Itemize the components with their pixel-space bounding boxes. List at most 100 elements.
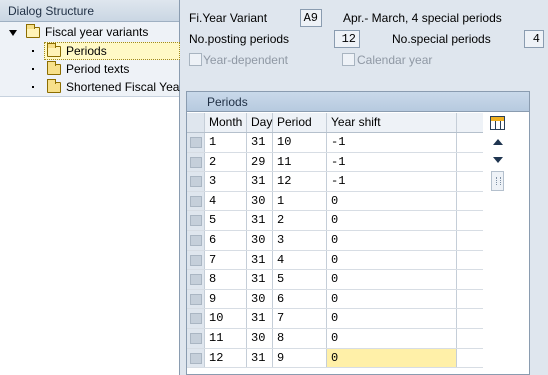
expand-triangle-icon[interactable] <box>9 30 17 36</box>
period-cell[interactable]: 8 <box>273 328 327 348</box>
year-shift-cell[interactable]: 0 <box>327 230 457 250</box>
column-header-year-shift[interactable]: Year shift <box>327 113 457 132</box>
row-selector-box[interactable] <box>190 332 202 344</box>
period-cell[interactable]: 9 <box>273 348 327 368</box>
day-cell[interactable]: 31 <box>247 270 273 289</box>
table-row: 11 30 8 0 <box>187 328 483 349</box>
row-selector-box[interactable] <box>190 313 202 325</box>
column-layout-icon[interactable] <box>490 116 505 130</box>
row-selector-box[interactable] <box>190 215 202 227</box>
day-cell[interactable]: 31 <box>247 133 273 152</box>
row-selector[interactable] <box>187 348 205 368</box>
row-selector[interactable] <box>187 250 205 270</box>
table-header-row: Month Day Period Year shift <box>187 113 483 133</box>
year-shift-cell[interactable]: 0 <box>327 191 457 211</box>
tree-node-label: Fiscal year variants <box>45 25 149 39</box>
period-cell[interactable]: 11 <box>273 152 327 172</box>
row-selector[interactable] <box>187 309 205 328</box>
scroll-down-icon[interactable] <box>493 157 503 163</box>
row-selector-box[interactable] <box>190 234 202 246</box>
calendar-year-label: Calendar year <box>357 53 433 67</box>
row-selector-box[interactable] <box>190 137 202 148</box>
periods-table: Periods Month Day Period Year shift 1 31 1… <box>186 91 530 375</box>
row-selector[interactable] <box>187 270 205 289</box>
row-selector[interactable] <box>187 191 205 211</box>
table-row: 7 31 4 0 <box>187 250 483 271</box>
period-cell[interactable]: 1 <box>273 191 327 211</box>
table-body: 1 31 10 -1 2 29 11 -1 3 31 12 -1 4 30 1 0 5 31 2 0 6 30 3 0 7 31 4… <box>187 133 483 369</box>
year-shift-cell[interactable]: 0 <box>327 328 457 348</box>
year-shift-cell[interactable]: -1 <box>327 172 457 191</box>
row-selector[interactable] <box>187 152 205 172</box>
year-shift-cell[interactable]: 0 <box>327 348 457 368</box>
scroll-up-icon[interactable] <box>493 139 503 145</box>
year-shift-cell[interactable]: 0 <box>327 309 457 328</box>
dialog-structure-tree: Fiscal year variants Periods Period text… <box>0 22 180 96</box>
year-shift-cell[interactable]: 0 <box>327 250 457 270</box>
month-cell: 4 <box>205 191 247 211</box>
tree-node-label: Shortened Fiscal Yea <box>66 80 180 94</box>
table-row: 2 29 11 -1 <box>187 152 483 173</box>
year-shift-cell[interactable]: 0 <box>327 270 457 289</box>
day-cell[interactable]: 31 <box>247 172 273 191</box>
month-cell: 5 <box>205 211 247 230</box>
row-selector[interactable] <box>187 328 205 348</box>
row-selector-box[interactable] <box>190 176 202 188</box>
row-selector[interactable] <box>187 211 205 230</box>
period-cell[interactable]: 12 <box>273 172 327 191</box>
period-cell[interactable]: 7 <box>273 309 327 328</box>
day-cell[interactable]: 31 <box>247 211 273 230</box>
period-cell[interactable]: 3 <box>273 230 327 250</box>
row-selector[interactable] <box>187 133 205 152</box>
table-row: 5 31 2 0 <box>187 211 483 231</box>
day-cell[interactable]: 31 <box>247 250 273 270</box>
row-selector[interactable] <box>187 289 205 309</box>
calendar-year-checkbox[interactable] <box>342 53 355 66</box>
year-shift-cell[interactable]: 0 <box>327 289 457 309</box>
fy-variant-description: Apr.- March, 4 special periods <box>343 11 502 25</box>
select-all-column-header[interactable] <box>187 113 205 132</box>
row-selector-box[interactable] <box>190 254 202 266</box>
special-periods-field[interactable]: 4 <box>524 30 544 48</box>
day-cell[interactable]: 30 <box>247 328 273 348</box>
scroll-thumb[interactable] <box>491 171 504 191</box>
row-selector[interactable] <box>187 230 205 250</box>
period-cell[interactable]: 6 <box>273 289 327 309</box>
table-row: 6 30 3 0 <box>187 230 483 251</box>
column-header-month[interactable]: Month <box>205 113 247 132</box>
table-row: 9 30 6 0 <box>187 289 483 310</box>
day-cell[interactable]: 31 <box>247 348 273 368</box>
table-row: 3 31 12 -1 <box>187 172 483 192</box>
tree-node-period-texts[interactable]: Period texts <box>0 60 180 78</box>
period-cell[interactable]: 10 <box>273 133 327 152</box>
posting-periods-field[interactable]: 12 <box>334 30 360 48</box>
year-shift-cell[interactable]: -1 <box>327 152 457 172</box>
day-cell[interactable]: 29 <box>247 152 273 172</box>
period-cell[interactable]: 2 <box>273 211 327 230</box>
period-cell[interactable]: 5 <box>273 270 327 289</box>
tree-node-shortened-fiscal-year[interactable]: Shortened Fiscal Yea <box>0 78 180 96</box>
period-cell[interactable]: 4 <box>273 250 327 270</box>
day-cell[interactable]: 30 <box>247 191 273 211</box>
year-dependent-checkbox[interactable] <box>189 53 202 66</box>
periods-grid: Month Day Period Year shift 1 31 10 -1 2 29 11… <box>187 113 483 369</box>
tree-node-periods[interactable]: Periods <box>0 42 180 60</box>
year-shift-cell[interactable]: -1 <box>327 133 457 152</box>
column-header-day[interactable]: Day <box>247 113 273 132</box>
day-cell[interactable]: 30 <box>247 289 273 309</box>
month-cell: 11 <box>205 328 247 348</box>
row-selector[interactable] <box>187 172 205 191</box>
year-shift-cell[interactable]: 0 <box>327 211 457 230</box>
column-header-period[interactable]: Period <box>273 113 327 132</box>
tree-node-fiscal-year-variants[interactable]: Fiscal year variants <box>0 23 180 41</box>
row-selector-box[interactable] <box>190 293 202 305</box>
day-cell[interactable]: 30 <box>247 230 273 250</box>
folder-open-icon <box>47 43 61 57</box>
table-row: 8 31 5 0 <box>187 270 483 290</box>
dialog-structure-title: Dialog Structure <box>0 0 179 22</box>
row-selector-box[interactable] <box>190 156 202 168</box>
day-cell[interactable]: 31 <box>247 309 273 328</box>
row-selector-box[interactable] <box>190 195 202 207</box>
row-selector-box[interactable] <box>190 352 202 364</box>
row-selector-box[interactable] <box>190 274 202 286</box>
